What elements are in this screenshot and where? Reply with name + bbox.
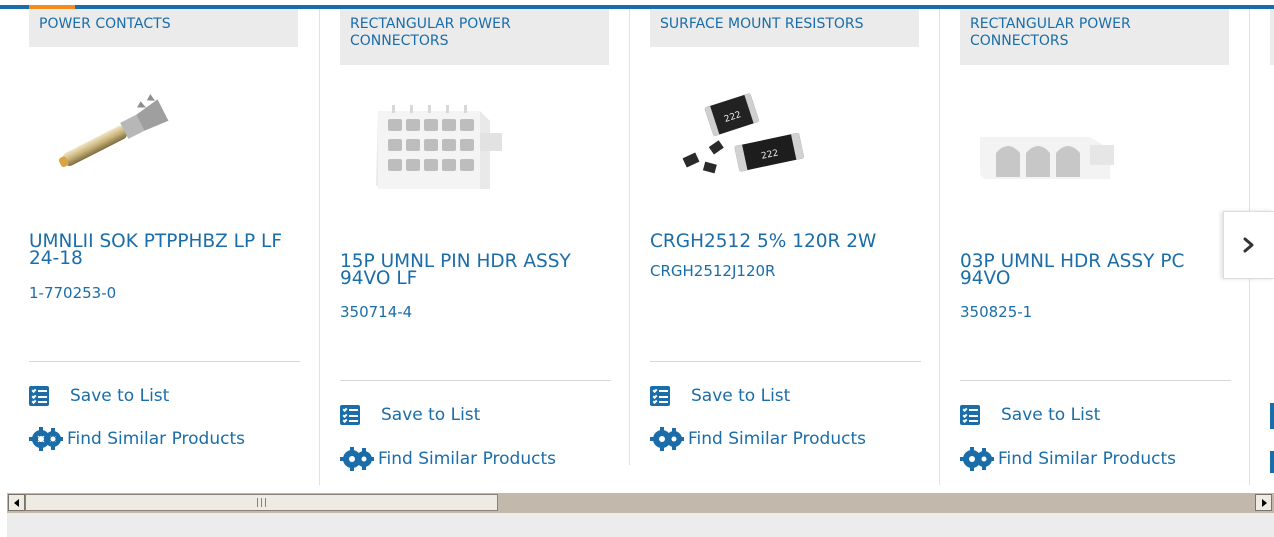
card-separator: [319, 9, 320, 485]
find-similar-button[interactable]: Find Similar Products: [650, 427, 866, 451]
find-similar-label: Find Similar Products: [688, 429, 866, 449]
scrollbar-thumb[interactable]: [25, 494, 498, 511]
category-label[interactable]: POWER CONTACTS: [29, 9, 298, 47]
carousel-next-button[interactable]: [1223, 211, 1274, 279]
product-name[interactable]: 03P UMNL HDR ASSY PC 94VO: [960, 252, 1230, 288]
find-similar-label: Find Similar Products: [378, 449, 556, 469]
save-to-list-label: Save to List: [381, 405, 481, 425]
card-separator: [629, 9, 630, 465]
product-name[interactable]: UMNLII SOK PTPPHBZ LP LF 24-18: [29, 232, 299, 268]
card-divider: [340, 380, 611, 381]
category-label[interactable]: RECTANGULAR POWER CONNECTORS: [960, 9, 1229, 65]
checklist-icon: [340, 405, 360, 425]
find-similar-label: Find Similar Products: [998, 449, 1176, 469]
arrow-left-icon: [13, 498, 19, 507]
save-to-list-button[interactable]: Save to List: [650, 384, 790, 408]
footer-band: [7, 513, 1274, 537]
arrow-right-icon: [1261, 498, 1267, 507]
similar-gears-icon: [1270, 451, 1274, 473]
find-similar-button[interactable]: Find Similar Products: [340, 447, 556, 471]
product-image[interactable]: [960, 117, 1130, 197]
product-image[interactable]: [49, 89, 179, 181]
card-divider: [29, 361, 300, 362]
save-to-list-button[interactable]: Save to List: [340, 403, 480, 427]
checklist-icon: [29, 386, 49, 406]
find-similar-label: Find Similar Products: [67, 429, 245, 449]
similar-gears-icon: [29, 427, 63, 451]
scroll-right-button[interactable]: [1255, 494, 1272, 511]
horizontal-scrollbar[interactable]: [7, 493, 1274, 513]
category-label[interactable]: RECTANGULAR POWER CONNECTORS: [340, 9, 609, 65]
category-label: [1270, 9, 1274, 65]
save-to-list-label: Save to List: [1001, 405, 1101, 425]
checklist-icon: [1270, 403, 1274, 429]
category-label[interactable]: SURFACE MOUNT RESISTORS: [650, 9, 919, 47]
similar-gears-icon: [650, 427, 684, 451]
product-image[interactable]: 222 222: [670, 81, 820, 191]
product-name[interactable]: 15P UMNL PIN HDR ASSY 94VO LF: [340, 252, 610, 288]
checklist-icon: [960, 405, 980, 425]
chevron-right-icon: [1243, 237, 1254, 253]
save-to-list-button[interactable]: Save to List: [960, 403, 1100, 427]
save-to-list-label: Save to List: [691, 386, 791, 406]
part-number[interactable]: 350825-1: [960, 303, 1032, 321]
product-name[interactable]: CRGH2512 5% 120R 2W: [650, 232, 920, 251]
top-accent-bar: [0, 0, 1274, 9]
save-to-list-button[interactable]: Save to List: [29, 384, 169, 408]
similar-gears-icon: [340, 447, 374, 471]
similar-gears-icon: [960, 447, 994, 471]
product-card: SURFACE MOUNT RESISTORS 222 222 CRGH2512…: [650, 9, 940, 485]
checklist-icon: [650, 386, 670, 406]
scroll-left-button[interactable]: [8, 494, 25, 511]
product-card: POWER CONTACTS UMNLII SOK PTPPHBZ LP LF …: [29, 9, 320, 485]
product-card: RECTANGULAR POWER CONNECTORS 03P UMNL HD…: [960, 9, 1250, 485]
part-number[interactable]: 1-770253-0: [29, 284, 116, 302]
find-similar-button[interactable]: Find Similar Products: [960, 447, 1176, 471]
part-number[interactable]: CRGH2512J120R: [650, 262, 775, 280]
part-number[interactable]: 350714-4: [340, 303, 412, 321]
save-to-list-label: Save to List: [70, 386, 170, 406]
product-carousel: POWER CONTACTS UMNLII SOK PTPPHBZ LP LF …: [0, 9, 1274, 486]
find-similar-button[interactable]: Find Similar Products: [29, 427, 245, 451]
card-divider: [650, 361, 921, 362]
product-image[interactable]: [340, 89, 510, 209]
product-card: RECTANGULAR POWER CONNECTORS 15P UMNL PI…: [340, 9, 630, 485]
card-divider: [960, 380, 1231, 381]
card-separator: [939, 9, 940, 485]
